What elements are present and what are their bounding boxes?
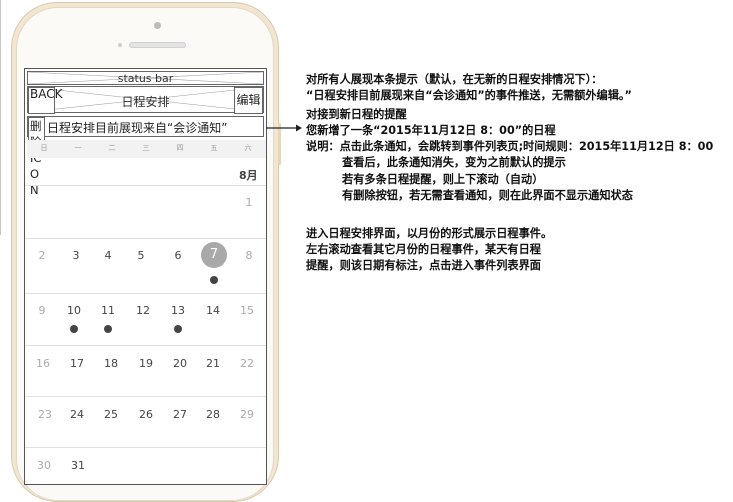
status-bar: status bar	[27, 71, 264, 85]
calendar-day-today[interactable]: 7	[201, 242, 227, 268]
calendar-day[interactable]: 1	[234, 196, 264, 209]
calendar-day[interactable]: 29	[232, 408, 262, 421]
annotation-line: “日程安排目前展现来自“会诊通知”的事件推送，无需额外编辑。”	[306, 89, 632, 103]
calendar-day[interactable]: 3	[61, 249, 91, 262]
weekday-label: 一	[74, 144, 82, 152]
calendar-day[interactable]: 11	[93, 304, 123, 317]
calendar-day[interactable]: 28	[198, 408, 228, 421]
phone-screen: status bar 日程安排 BACK 编辑 删除ICON 日程安排目前展现来…	[24, 68, 267, 485]
annotation-line: 进入日程安排界面，以月份的形式展示日程事件。	[306, 226, 553, 240]
calendar-day[interactable]: 10	[59, 304, 89, 317]
speaker-grille	[129, 42, 186, 48]
calendar-day[interactable]: 26	[131, 408, 161, 421]
calendar-day[interactable]: 23	[30, 408, 60, 421]
divider	[25, 447, 266, 448]
annotation-line: 对接到新日程的提醒	[306, 108, 407, 122]
divider	[25, 238, 266, 239]
month-label: 8月	[239, 169, 258, 182]
calendar-day[interactable]: 20	[165, 357, 195, 370]
annotation-line: 有删除按钮，若无需查看通知，则在此界面不显示通知状态	[342, 188, 633, 202]
weekday-label: 三	[142, 144, 150, 152]
edit-button[interactable]: 编辑	[234, 87, 263, 114]
divider	[25, 396, 266, 397]
calendar-day[interactable]: 27	[165, 408, 195, 421]
divider	[25, 293, 266, 294]
event-marker	[70, 325, 78, 333]
event-marker	[174, 325, 182, 333]
annotation-notes: 对所有人展现本条提示（默认，在无新的日程安排情况下）： “日程安排目前展现来自“…	[306, 72, 713, 274]
calendar-day[interactable]: 4	[93, 249, 123, 262]
event-marker	[210, 276, 218, 284]
calendar-day[interactable]: 19	[131, 357, 161, 370]
calendar-day[interactable]: 15	[232, 304, 262, 317]
calendar-day[interactable]: 13	[163, 304, 193, 317]
calendar-day[interactable]: 25	[96, 408, 126, 421]
status-bar-label: status bar	[117, 72, 174, 85]
annotation-line: 说明：点击此条通知，会跳转到事件列表页;时间规则：2015年11月12日 8：0…	[306, 140, 714, 154]
annotation-line: 提醒，则该日期有标注，点击进入事件列表界面	[306, 258, 541, 272]
notification-text: 日程安排目前展现来自“会诊通知”	[47, 121, 228, 135]
back-button[interactable]: BACK	[28, 87, 62, 114]
notification-banner[interactable]: 删除ICON 日程安排目前展现来自“会诊通知”	[27, 116, 264, 197]
calendar-day[interactable]: 14	[198, 304, 228, 317]
annotation-line: 查看后，此条通知消失，变为之前默认的提示	[342, 156, 566, 170]
camera-icon	[154, 22, 161, 29]
annotation-line: 若有多条日程提醒，则上下滚动（自动）	[342, 172, 544, 186]
weekday-header: 日 一 二 三 四 五 六	[27, 140, 266, 158]
calendar-day[interactable]: 2	[27, 249, 57, 262]
calendar-day[interactable]: 8	[234, 249, 264, 262]
calendar-day[interactable]: 17	[62, 357, 92, 370]
annotation-line: 您新增了一条“2015年11月12日 8：00”的日程	[306, 124, 556, 138]
weekday-label: 四	[176, 144, 184, 152]
calendar-day[interactable]: 9	[27, 304, 57, 317]
weekday-label: 二	[108, 144, 116, 152]
calendar-day[interactable]: 24	[62, 408, 92, 421]
calendar-day[interactable]: 21	[198, 357, 228, 370]
calendar-day[interactable]: 16	[28, 357, 58, 370]
divider	[25, 185, 266, 186]
calendar-day[interactable]: 5	[126, 249, 156, 262]
page-title: 日程安排	[121, 95, 170, 109]
nav-header: 日程安排 BACK 编辑	[27, 86, 264, 114]
calendar-day[interactable]: 31	[63, 459, 93, 472]
calendar-day[interactable]: 22	[232, 357, 262, 370]
calendar-day[interactable]: 30	[29, 459, 59, 472]
sensor-icon	[118, 43, 122, 47]
calendar-day[interactable]: 6	[163, 249, 193, 262]
annotation-line: 左右滚动查看其它月份的日程事件，某天有日程	[306, 242, 541, 256]
weekday-label: 日	[40, 144, 48, 152]
calendar-day[interactable]: 12	[128, 304, 158, 317]
weekday-label: 六	[244, 144, 252, 152]
weekday-label: 五	[210, 144, 218, 152]
event-marker	[104, 325, 112, 333]
divider	[25, 345, 266, 346]
arrow-icon	[266, 124, 302, 132]
page-left-border	[0, 0, 1, 235]
annotation-line: 对所有人展现本条提示（默认，在无新的日程安排情况下）：	[306, 73, 603, 86]
calendar-day[interactable]: 18	[96, 357, 126, 370]
